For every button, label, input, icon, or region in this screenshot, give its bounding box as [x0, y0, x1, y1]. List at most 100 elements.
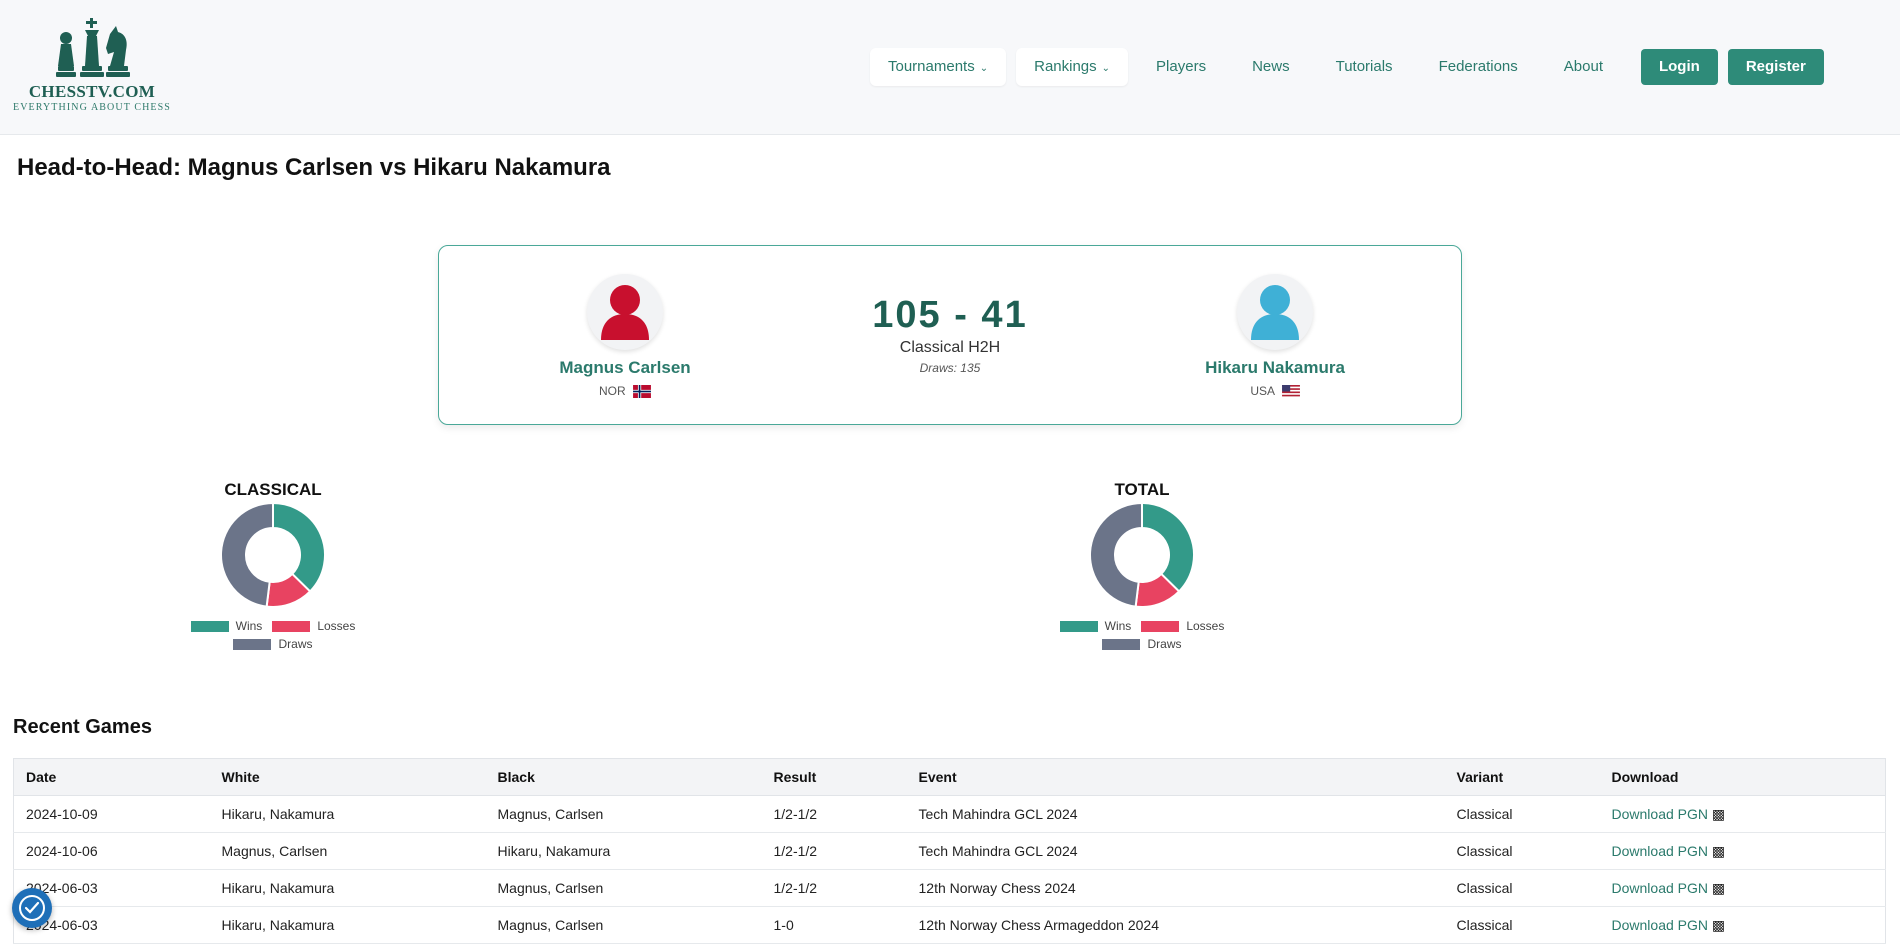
cell-download: Download PGN ▩ [1599, 906, 1886, 944]
legend-swatch [190, 620, 229, 632]
legend-wins[interactable]: Wins [190, 619, 263, 633]
chessboard-icon: ▩ [1711, 842, 1726, 859]
col-white[interactable]: White [209, 758, 486, 796]
legend-swatch [233, 638, 272, 650]
login-button[interactable]: Login [1640, 49, 1718, 85]
legend-swatch [1102, 638, 1141, 650]
cell-white: Magnus, Carlsen [209, 832, 486, 870]
legend-label: Wins [235, 619, 263, 633]
nav-tournaments-label: Tournaments [888, 58, 975, 75]
player2-block: Hikaru Nakamura USA [1155, 274, 1395, 399]
legend-swatch [1141, 620, 1180, 632]
h2h-label: Classical H2H [899, 339, 1001, 356]
download-pgn-link[interactable]: Download PGN [1612, 806, 1709, 822]
cell-event: Tech Mahindra GCL 2024 [906, 795, 1445, 833]
chessboard-icon: ▩ [1711, 879, 1726, 896]
col-event[interactable]: Event [906, 758, 1445, 796]
legend-draws[interactable]: Draws [1102, 637, 1182, 651]
cell-result: 1-0 [761, 906, 907, 944]
nav-rankings-label: Rankings [1034, 58, 1097, 75]
cell-event: 12th Norway Chess Armageddon 2024 [906, 906, 1445, 944]
cell-result: 1/2-1/2 [761, 832, 907, 870]
usa-flag-icon [1281, 385, 1300, 399]
player1-avatar [587, 274, 663, 350]
cell-white: Hikaru, Nakamura [209, 795, 486, 833]
recent-games-title: Recent Games [13, 716, 152, 738]
brand-name: CHESSTV.COM [28, 82, 156, 101]
cell-variant: Classical [1444, 906, 1600, 944]
norway-flag-icon [633, 385, 651, 399]
cell-variant: Classical [1444, 869, 1600, 907]
cell-white: Hikaru, Nakamura [209, 906, 486, 944]
legend-label: Losses [1186, 619, 1225, 633]
player1-name[interactable]: Magnus Carlsen [505, 358, 745, 378]
nav-players[interactable]: Players [1138, 48, 1224, 86]
nav-tournaments[interactable]: Tournaments ⌄ [870, 48, 1007, 86]
site-logo[interactable]: CHESSTV.COM EVERYTHING ABOUT CHESS [12, 16, 172, 113]
col-date[interactable]: Date [13, 758, 210, 796]
nav-federations[interactable]: Federations [1421, 48, 1536, 86]
col-black[interactable]: Black [485, 758, 762, 796]
brand-tagline: EVERYTHING ABOUT CHESS [13, 102, 171, 113]
cell-download: Download PGN ▩ [1599, 795, 1886, 833]
cell-event: 12th Norway Chess 2024 [906, 869, 1445, 907]
download-pgn-link[interactable]: Download PGN [1612, 917, 1709, 933]
donut-slice-draws[interactable] [220, 501, 274, 608]
h2h-score: 105 - 41 [872, 294, 1028, 336]
col-result[interactable]: Result [761, 758, 907, 796]
cell-black: Magnus, Carlsen [485, 795, 762, 833]
player2-country: USA [1155, 384, 1395, 399]
chart-legend: Wins Losses Draws [1032, 619, 1252, 651]
h2h-draws: Draws: 135 [919, 361, 981, 375]
player2-name[interactable]: Hikaru Nakamura [1155, 358, 1395, 378]
chart-legend: Wins Losses Draws [163, 619, 383, 651]
page-title: Head-to-Head: Magnus Carlsen vs Hikaru N… [17, 154, 611, 181]
legend-wins[interactable]: Wins [1059, 619, 1131, 633]
donut-slice-wins[interactable] [1141, 501, 1195, 593]
site-header: CHESSTV.COM EVERYTHING ABOUT CHESS Tourn… [0, 0, 1900, 135]
cell-result: 1/2-1/2 [761, 795, 907, 833]
player1-country: NOR [505, 384, 745, 399]
player1-country-code: NOR [598, 384, 626, 398]
cell-date: 2024-10-09 [13, 795, 210, 833]
download-pgn-link[interactable]: Download PGN [1612, 843, 1709, 859]
cookie-icon [19, 895, 45, 921]
legend-losses[interactable]: Losses [272, 619, 355, 633]
chevron-down-icon: ⌄ [979, 63, 989, 74]
cell-event: Tech Mahindra GCL 2024 [906, 832, 1445, 870]
chessboard-icon: ▩ [1711, 916, 1726, 933]
table-row[interactable]: 2024-10-09 Hikaru, Nakamura Magnus, Carl… [13, 795, 1886, 833]
cell-download: Download PGN ▩ [1599, 832, 1886, 870]
user-icon [1251, 285, 1299, 340]
col-download[interactable]: Download [1599, 758, 1886, 796]
total-chart: TOTAL Wins Losses Draws [1032, 480, 1252, 651]
nav-tutorials[interactable]: Tutorials [1318, 48, 1411, 86]
nav-rankings[interactable]: Rankings ⌄ [1016, 48, 1129, 86]
cell-variant: Classical [1444, 795, 1600, 833]
register-button[interactable]: Register [1727, 49, 1824, 85]
cell-black: Magnus, Carlsen [485, 869, 762, 907]
cookie-consent-button[interactable] [12, 888, 52, 928]
col-variant[interactable]: Variant [1444, 758, 1600, 796]
donut-slice-wins[interactable] [272, 501, 326, 593]
chess-pieces-logo-icon [56, 18, 130, 77]
legend-losses[interactable]: Losses [1141, 619, 1224, 633]
table-row[interactable]: 2024-06-03 Hikaru, Nakamura Magnus, Carl… [13, 906, 1886, 944]
nav-about[interactable]: About [1546, 48, 1621, 86]
h2h-score-box: 105 - 41 Classical H2H Draws: 135 [800, 294, 1100, 375]
player1-block: Magnus Carlsen NOR [505, 274, 745, 399]
chart-title: TOTAL [1114, 480, 1170, 499]
legend-swatch [1059, 620, 1098, 632]
h2h-card: Magnus Carlsen NOR 105 - 41 Classical H2… [438, 245, 1462, 425]
download-pgn-link[interactable]: Download PGN [1612, 880, 1709, 896]
cell-black: Magnus, Carlsen [485, 906, 762, 944]
table-row[interactable]: 2024-06-03 Hikaru, Nakamura Magnus, Carl… [13, 869, 1886, 907]
donut-slice-draws[interactable] [1089, 501, 1143, 608]
legend-draws[interactable]: Draws [233, 637, 313, 651]
user-icon [601, 285, 649, 340]
table-row[interactable]: 2024-10-06 Magnus, Carlsen Hikaru, Nakam… [13, 832, 1886, 870]
nav-news[interactable]: News [1234, 48, 1308, 86]
legend-label: Draws [1147, 637, 1182, 651]
legend-label: Draws [278, 637, 313, 651]
chart-title: CLASSICAL [224, 480, 322, 499]
